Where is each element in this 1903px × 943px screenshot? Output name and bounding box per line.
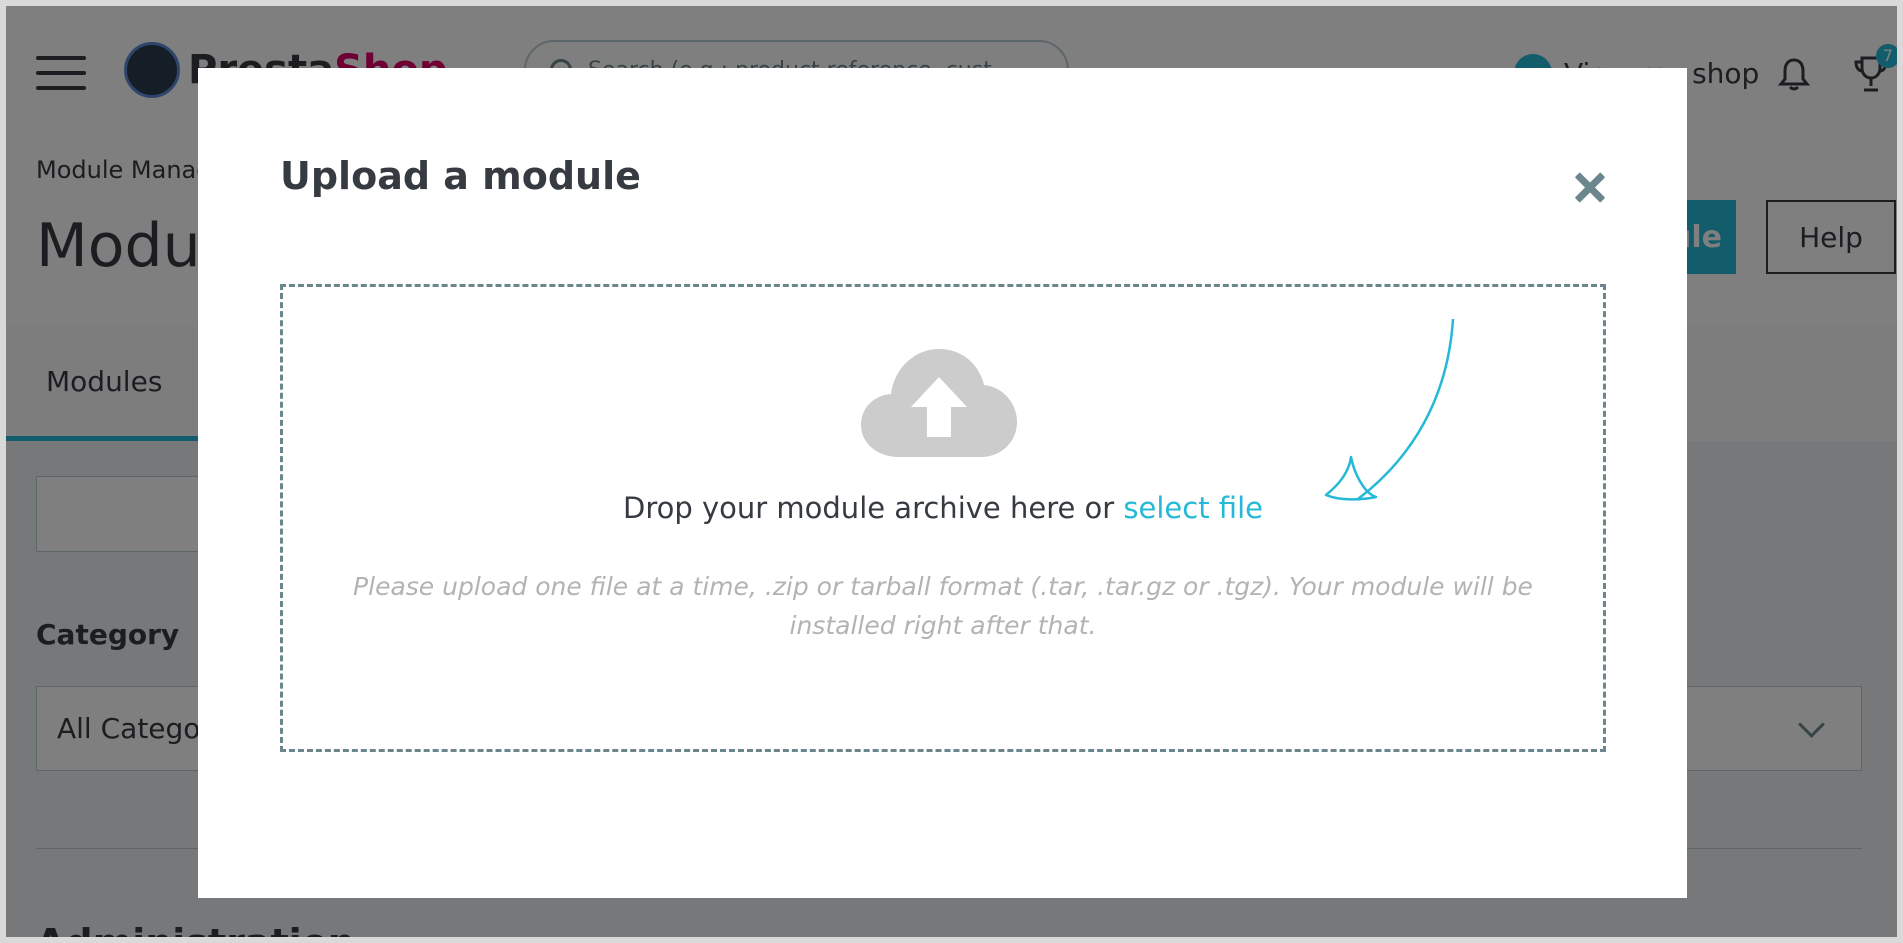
select-file-link[interactable]: select file — [1123, 491, 1263, 525]
modal-title: Upload a module — [280, 154, 641, 198]
drop-instructions: Drop your module archive here or select … — [283, 491, 1603, 525]
file-dropzone[interactable]: Drop your module archive here or select … — [280, 284, 1606, 752]
upload-hint: Please upload one file at a time, .zip o… — [353, 572, 1533, 640]
upload-module-dialog: Upload a module Drop your module archive… — [198, 68, 1687, 898]
app-window: PrestaShop Search (e.g.: product referen… — [0, 0, 1903, 943]
cloud-upload-icon — [861, 349, 1017, 457]
drop-text: Drop your module archive here or — [623, 491, 1115, 525]
arrow-pointer-icon — [1324, 318, 1455, 501]
close-button[interactable] — [1570, 168, 1610, 208]
